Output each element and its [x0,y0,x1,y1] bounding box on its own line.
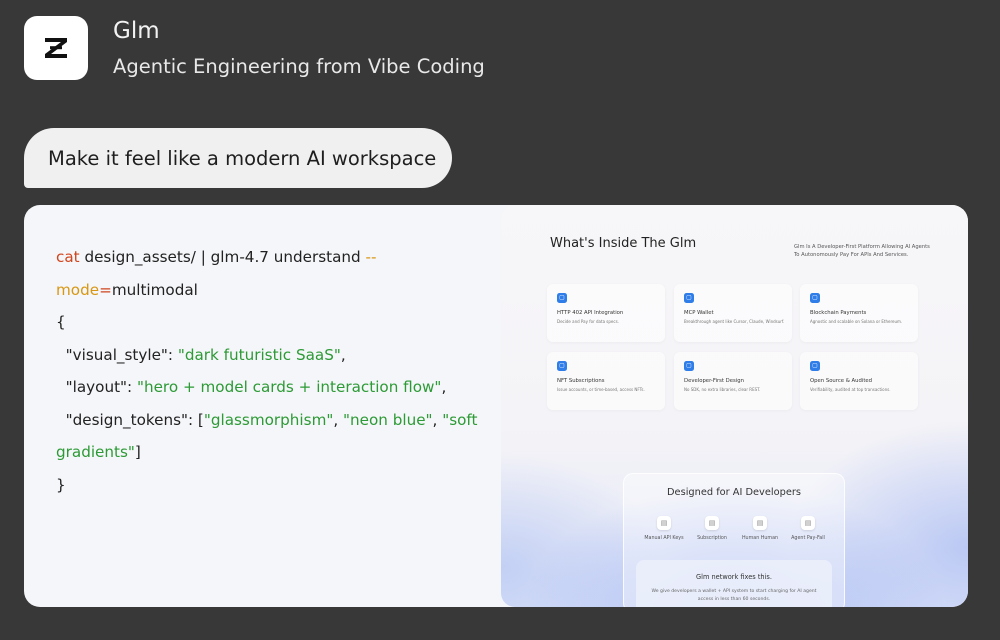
feature-desc: Breakthrough agent like Cursor, Claude, … [684,319,785,324]
code-string: "glassmorphism" [203,410,334,429]
developer-option-label: Manual API Keys [644,536,684,541]
response-card: cat design_assets/ | glm-4.7 understand … [24,205,968,607]
app-subtitle: Agentic Engineering from Vibe Coding [113,55,485,78]
developer-option-label: Subscription [697,536,727,541]
code-string: "dark futuristic SaaS" [177,345,341,364]
developer-option-label: Human Human [741,536,779,541]
code-comma: , [333,410,344,429]
code-string: "neon blue" [343,410,433,429]
code-flag: -- [365,248,377,266]
feature-card: ▢ Developer-First Design No SDK, no extr… [674,352,792,410]
code-operator: = [99,280,112,299]
network-fix-box: Glm network fixes this. We give develope… [636,560,832,607]
developer-option: ▤ Manual API Keys [639,516,689,541]
feature-title: Blockchain Payments [810,310,867,316]
app-title: Glm [113,18,160,44]
feature-desc: No SDK, no extra libraries, clear REST. [684,387,761,392]
developer-panel: Designed for AI Developers ▤ Manual API … [623,473,845,607]
document-icon: ▤ [753,516,767,530]
code-string: gradients" [56,443,135,461]
design-preview: What's Inside The Glm Glm Is A Developer… [501,205,968,607]
code-brace: } [56,475,66,494]
code-key: "design_tokens": [ [56,410,204,429]
blockchain-icon: ▢ [810,293,820,303]
feature-card: ▢ HTTP 402 API Integration Decide and Pa… [547,284,665,342]
nft-icon: ▢ [557,361,567,371]
feature-desc: Decide and Pay for data specs. [557,319,619,324]
prompt-text: Make it feel like a modern AI workspace [48,146,437,170]
developer-option: ▤ Subscription [687,516,737,541]
code-line: } [56,469,476,502]
network-fix-desc: We give developers a wallet + API system… [651,589,817,602]
code-string: "hero + model cards + interaction flow" [136,378,442,396]
feature-title: HTTP 402 API Integration [557,310,624,316]
code-text: design_assets/ | glm-4.7 understand [79,248,366,266]
code-text: multimodal [111,280,198,299]
preview-tagline: Glm Is A Developer-First Platform Allowi… [794,244,930,258]
code-line: { [56,306,476,339]
code-brace: { [56,313,66,331]
code-comma: , [441,378,447,396]
document-icon: ▤ [705,516,719,530]
z-logo-icon [45,38,67,58]
network-fix-title: Glm network fixes this. [696,573,772,581]
code-line: cat design_assets/ | glm-4.7 understand … [56,241,476,274]
code-line: mode=multimodal [56,274,476,307]
document-icon: ▤ [657,516,671,530]
document-icon: ▤ [801,516,815,530]
code-bracket: ] [134,443,141,461]
code-line: "design_tokens": ["glassmorphism", "neon… [56,404,478,437]
developer-option-label: Agent Pay-Fall [791,536,825,541]
feature-card: ▢ Open Source & Audited Verifiability, a… [800,352,918,410]
feature-title: Open Source & Audited [810,378,873,384]
code-string: "soft [442,410,478,429]
feature-card: ▢ MCP Wallet Breakthrough agent like Cur… [674,284,792,342]
developer-option: ▤ Agent Pay-Fall [783,516,833,541]
feature-title: MCP Wallet [684,310,714,316]
code-key: "visual_style": [56,345,178,364]
feature-desc: Issue accounts, or time-based, access NF… [557,387,645,392]
code-comma: , [340,345,346,364]
user-prompt-bubble: Make it feel like a modern AI workspace [24,128,452,188]
feature-card: ▢ NFT Subscriptions Issue accounts, or t… [547,352,665,410]
wallet-icon: ▢ [684,293,694,303]
feature-card: ▢ Blockchain Payments Agnostic and scala… [800,284,918,342]
code-flag: mode [56,280,100,299]
feature-desc: Verifiability, audited at top transactio… [810,387,891,392]
developer-panel-title: Designed for AI Developers [667,487,801,498]
code-line: gradients"] [56,436,476,469]
feature-desc: Agnostic and scalable on Solana or Ether… [810,319,903,324]
code-line: "visual_style": "dark futuristic SaaS", [56,339,476,372]
shield-icon: ▢ [810,361,820,371]
api-icon: ▢ [557,293,567,303]
feature-title: NFT Subscriptions [557,378,605,384]
app-logo [24,16,88,80]
code-keyword: cat [56,248,80,266]
code-line: "layout": "hero + model cards + interact… [56,371,476,404]
developer-option: ▤ Human Human [735,516,785,541]
feature-title: Developer-First Design [684,378,744,384]
code-key: "layout": [56,378,137,396]
code-comma: , [432,410,443,429]
code-block: cat design_assets/ | glm-4.7 understand … [56,241,478,502]
code-icon: ▢ [684,361,694,371]
preview-title: What's Inside The Glm [550,236,697,251]
